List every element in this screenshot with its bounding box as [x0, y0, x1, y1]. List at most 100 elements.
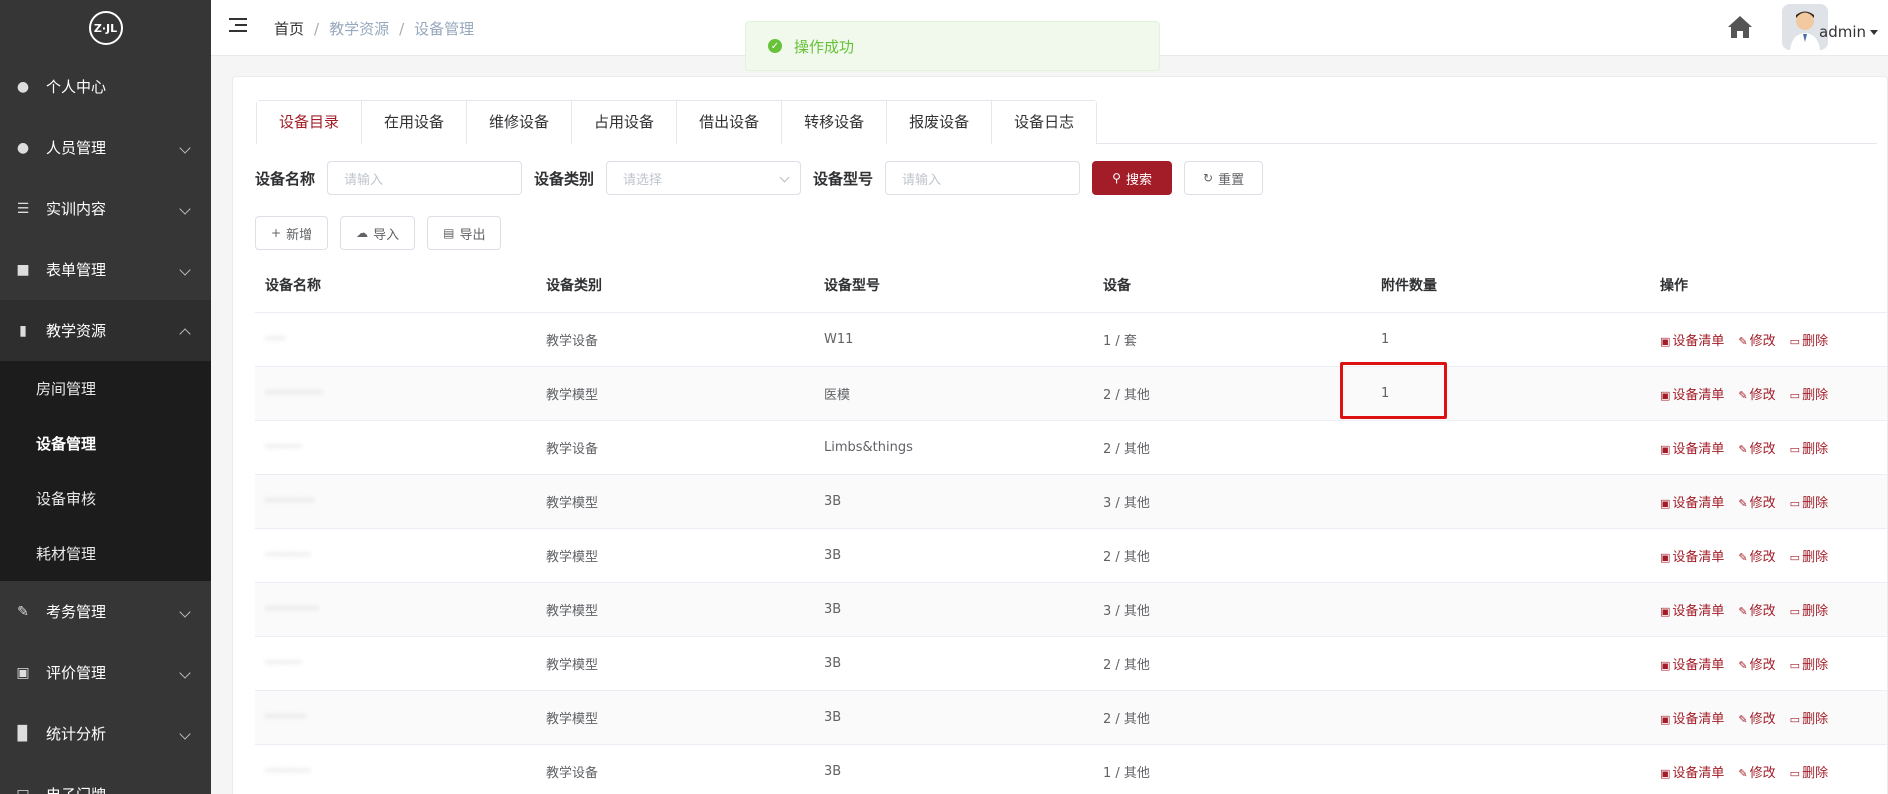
equipment-list-link[interactable]: ▣ 设备清单 [1660, 600, 1724, 619]
tab-in-use[interactable]: 在用设备 [361, 101, 467, 144]
equipment-list-link[interactable]: ▣ 设备清单 [1660, 492, 1724, 511]
equipment-list-link[interactable]: ▣ 设备清单 [1660, 546, 1724, 565]
cell-model: 3B [824, 656, 842, 671]
cell-name: ·············· [265, 386, 323, 401]
name-filter-input[interactable]: 请输入 [327, 161, 523, 195]
equipment-list-link[interactable]: ▣ 设备清单 [1660, 384, 1724, 403]
equipment-list-link[interactable]: ▣ 设备清单 [1660, 708, 1724, 727]
users-icon: ● [16, 139, 30, 156]
edit-link[interactable]: ✎ 修改 [1738, 546, 1775, 565]
delete-link[interactable]: ▭ 删除 [1790, 762, 1828, 781]
reset-button-label: 重置 [1218, 172, 1245, 188]
sidebar-item-equipment-review[interactable]: 设备审核 [0, 471, 211, 526]
breadcrumb-home[interactable]: 首页 [274, 18, 304, 39]
edit-icon: ✎ [1738, 389, 1748, 402]
sidebar-item-forms[interactable]: ■ 表单管理 [0, 239, 211, 300]
edit-link[interactable]: ✎ 修改 [1738, 762, 1775, 781]
briefcase-icon: ▣ [1660, 767, 1671, 780]
check-circle-icon: ✓ [768, 39, 782, 53]
toast-message: 操作成功 [794, 37, 855, 56]
sidebar-item-personnel[interactable]: ● 人员管理 [0, 117, 211, 178]
tab-occupied[interactable]: 占用设备 [571, 101, 677, 144]
delete-label: 删除 [1802, 658, 1829, 673]
edit-link[interactable]: ✎ 修改 [1738, 600, 1775, 619]
cell-category: 教学模型 [546, 658, 599, 673]
delete-link[interactable]: ▭ 删除 [1790, 600, 1828, 619]
home-icon[interactable] [1727, 14, 1753, 40]
edit-link[interactable]: ✎ 修改 [1738, 654, 1775, 673]
delete-link[interactable]: ▭ 删除 [1790, 438, 1828, 457]
cell-name: ············· [265, 602, 319, 617]
menu-toggle-icon[interactable] [229, 18, 247, 34]
equipment-list-label: 设备清单 [1672, 388, 1725, 403]
delete-link[interactable]: ▭ 删除 [1790, 708, 1828, 727]
edit-icon: ✎ [1738, 551, 1748, 564]
model-filter-input[interactable]: 请输入 [885, 161, 1081, 195]
edit-link[interactable]: ✎ 修改 [1738, 384, 1775, 403]
cell-operations: ▣ 设备清单 ✎ 修改 ▭ 删除 [1650, 330, 1887, 349]
sidebar-item-equipment[interactable]: 设备管理 [0, 416, 211, 471]
tab-lent[interactable]: 借出设备 [676, 101, 782, 144]
sidebar-item-label: 电子门牌 [46, 784, 106, 794]
equipment-list-link[interactable]: ▣ 设备清单 [1660, 654, 1724, 673]
trash-icon: ▭ [1789, 443, 1801, 456]
reset-button[interactable]: ↻ 重置 [1184, 161, 1264, 195]
cell-operations: ▣ 设备清单 ✎ 修改 ▭ 删除 [1650, 384, 1887, 403]
edit-label: 修改 [1749, 388, 1776, 403]
export-button[interactable]: ▤ 导出 [427, 216, 502, 250]
delete-link[interactable]: ▭ 删除 [1790, 384, 1828, 403]
user-menu[interactable]: admin [1819, 23, 1878, 41]
add-button[interactable]: + 新增 [255, 216, 329, 250]
cell-operations: ▣ 设备清单 ✎ 修改 ▭ 删除 [1650, 546, 1887, 565]
tab-transferred[interactable]: 转移设备 [781, 101, 887, 144]
delete-label: 删除 [1802, 496, 1829, 511]
edit-label: 修改 [1749, 604, 1776, 619]
equipment-list-link[interactable]: ▣ 设备清单 [1660, 762, 1724, 781]
sidebar-item-doorplate[interactable]: □ 电子门牌 [0, 764, 211, 794]
sidebar-item-teaching-resources[interactable]: ▮ 教学资源 [0, 300, 211, 361]
table-header: 设备名称 设备类别 设备型号 设备 附件数量 操作 [255, 257, 1887, 313]
sidebar-item-rooms[interactable]: 房间管理 [0, 361, 211, 416]
sidebar-item-training[interactable]: ☰ 实训内容 [0, 178, 211, 239]
equipment-list-link[interactable]: ▣ 设备清单 [1660, 330, 1724, 349]
category-select[interactable]: 请选择 [606, 161, 802, 195]
trash-icon: ▭ [1789, 497, 1801, 510]
import-button[interactable]: ☁ 导入 [340, 216, 416, 250]
sidebar-item-profile[interactable]: ● 个人中心 [0, 56, 211, 117]
equipment-list-link[interactable]: ▣ 设备清单 [1660, 438, 1724, 457]
name-filter-label: 设备名称 [255, 169, 316, 188]
delete-link[interactable]: ▭ 删除 [1790, 330, 1828, 349]
cell-model: W11 [824, 332, 854, 347]
briefcase-icon: ▣ [1660, 605, 1671, 618]
delete-label: 删除 [1802, 604, 1829, 619]
edit-label: 修改 [1749, 766, 1776, 781]
table-row: ····· 教学设备 W11 1 / 套 1 ▣ 设备清单 ✎ 修改 ▭ 删除 [255, 313, 1887, 367]
delete-link[interactable]: ▭ 删除 [1790, 546, 1828, 565]
delete-link[interactable]: ▭ 删除 [1790, 654, 1828, 673]
cloud-upload-icon: ☁ [356, 226, 369, 240]
sidebar-item-consumables[interactable]: 耗材管理 [0, 526, 211, 581]
edit-label: 修改 [1749, 658, 1776, 673]
sidebar-item-statistics[interactable]: ▉ 统计分析 [0, 703, 211, 764]
chevron-down-icon [179, 263, 191, 276]
edit-link[interactable]: ✎ 修改 [1738, 330, 1775, 349]
cell-category: 教学模型 [546, 604, 599, 619]
main-card: 设备目录 在用设备 维修设备 占用设备 借出设备 转移设备 报废设备 设备日志 … [232, 76, 1888, 794]
edit-link[interactable]: ✎ 修改 [1738, 492, 1775, 511]
tab-log[interactable]: 设备日志 [991, 101, 1097, 144]
chevron-down-icon [179, 141, 191, 154]
chevron-down-icon [179, 666, 191, 679]
edit-link[interactable]: ✎ 修改 [1738, 708, 1775, 727]
search-button[interactable]: ⚲ 搜索 [1092, 161, 1173, 195]
sidebar-item-exams[interactable]: ✎ 考务管理 [0, 581, 211, 642]
tab-catalog[interactable]: 设备目录 [257, 101, 362, 146]
chart-icon: ▉ [17, 725, 29, 742]
tab-scrapped[interactable]: 报废设备 [886, 101, 992, 144]
equipment-list-label: 设备清单 [1672, 604, 1725, 619]
edit-link[interactable]: ✎ 修改 [1738, 438, 1775, 457]
sidebar-item-evaluation[interactable]: ▣ 评价管理 [0, 642, 211, 703]
book-icon: ▮ [19, 322, 27, 339]
delete-link[interactable]: ▭ 删除 [1790, 492, 1828, 511]
header-operations: 操作 [1660, 277, 1688, 294]
tab-repair[interactable]: 维修设备 [466, 101, 572, 144]
